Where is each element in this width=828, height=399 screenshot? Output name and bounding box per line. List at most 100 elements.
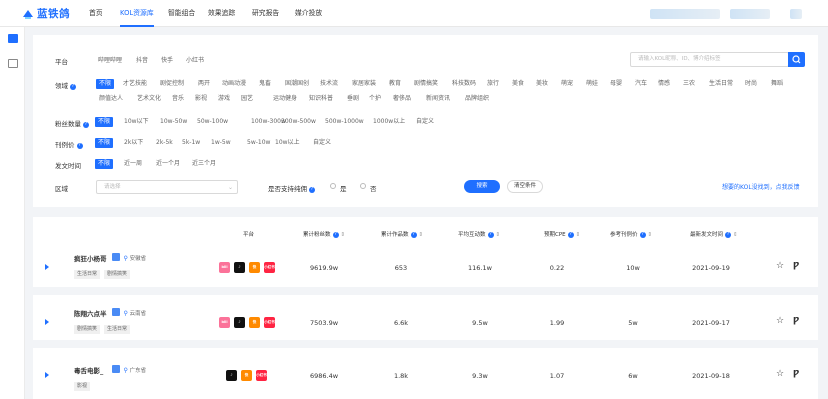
- filter-option[interactable]: 运动健身: [270, 94, 300, 104]
- sort-icon[interactable]: ⇕: [341, 232, 346, 238]
- help-icon[interactable]: ?: [70, 84, 76, 90]
- filter-option[interactable]: 品牌组织: [462, 94, 492, 104]
- filter-option[interactable]: 动画动漫: [219, 79, 249, 89]
- help-icon[interactable]: ?: [487, 232, 494, 238]
- kol-name[interactable]: 陈翔六点半: [74, 308, 107, 318]
- douyin-icon[interactable]: ♪: [234, 317, 245, 328]
- kuaishou-icon[interactable]: 快: [241, 370, 252, 381]
- expand-row-caret[interactable]: [45, 264, 49, 270]
- filter-option[interactable]: 才艺技能: [120, 79, 150, 89]
- avatar[interactable]: [790, 9, 802, 19]
- help-icon[interactable]: ?: [76, 143, 83, 149]
- column-header[interactable]: 预期CPE? ⇕: [544, 230, 580, 238]
- filter-option[interactable]: 颜值达人: [96, 94, 126, 104]
- column-header[interactable]: 参考刊例价? ⇕: [610, 230, 652, 238]
- favorite-star-icon[interactable]: ☆: [776, 261, 784, 271]
- filter-option[interactable]: 萌娃: [583, 79, 601, 89]
- filter-option[interactable]: 鬼畜: [256, 79, 274, 89]
- search-button[interactable]: 搜索: [464, 180, 500, 193]
- nav-item[interactable]: 研究报告: [252, 0, 279, 27]
- xiaohongshu-icon[interactable]: 小红书: [264, 317, 275, 328]
- folder-icon[interactable]: [8, 59, 18, 68]
- logo[interactable]: 蓝铁鸽: [22, 6, 70, 21]
- filter-option[interactable]: 奢侈品: [390, 94, 414, 104]
- filter-option[interactable]: 情感: [655, 79, 673, 89]
- filter-option[interactable]: 生活日常: [706, 79, 736, 89]
- filter-option[interactable]: 剧情搞笑: [411, 79, 441, 89]
- filter-option[interactable]: 技术流: [317, 79, 341, 89]
- kuaishou-icon[interactable]: 快: [249, 262, 260, 273]
- column-header[interactable]: 累计粉丝数? ⇕: [303, 230, 345, 238]
- bilibili-icon[interactable]: bili: [219, 317, 230, 328]
- sort-icon[interactable]: ⇕: [576, 232, 581, 238]
- filter-option[interactable]: 知识科普: [306, 94, 336, 104]
- filter-option[interactable]: 不限: [96, 79, 115, 89]
- nav-item[interactable]: 首页: [89, 0, 103, 27]
- filter-option[interactable]: 垂剧: [344, 94, 362, 104]
- compare-icon[interactable]: Ƿ: [793, 316, 799, 325]
- filter-option[interactable]: 10w以下: [121, 117, 152, 127]
- filter-option[interactable]: 5w-10w: [244, 138, 273, 148]
- expand-row-caret[interactable]: [45, 372, 49, 378]
- filter-option[interactable]: 不限: [95, 138, 114, 148]
- xiaohongshu-icon[interactable]: 小红书: [256, 370, 267, 381]
- xiaohongshu-icon[interactable]: 小红书: [264, 262, 275, 273]
- filter-option[interactable]: 旅行: [484, 79, 502, 89]
- filter-option[interactable]: 小红书: [183, 56, 207, 66]
- filter-option[interactable]: 自定义: [413, 117, 437, 127]
- radio-no[interactable]: [360, 183, 366, 189]
- filter-option[interactable]: 哔哩哔哩: [95, 56, 125, 66]
- help-icon[interactable]: ?: [83, 122, 89, 128]
- filter-option[interactable]: 母婴: [607, 79, 625, 89]
- scrollbar[interactable]: [820, 27, 828, 399]
- filter-option[interactable]: 抖音: [133, 56, 151, 66]
- filter-option[interactable]: 不限: [95, 159, 114, 169]
- filter-option[interactable]: 汽车: [632, 79, 650, 89]
- filter-option[interactable]: 艺术文化: [134, 94, 164, 104]
- filter-option[interactable]: 近一周: [121, 159, 145, 169]
- filter-option[interactable]: 2k以下: [121, 138, 146, 148]
- filter-option[interactable]: 三农: [680, 79, 698, 89]
- search-input[interactable]: 请输入KOL昵称、ID、博介绍标签: [630, 52, 789, 67]
- help-icon[interactable]: ?: [332, 232, 339, 238]
- kol-name[interactable]: 疯狂小杨哥: [74, 253, 107, 263]
- expand-row-caret[interactable]: [45, 319, 49, 325]
- filter-option[interactable]: 家居家装: [349, 79, 379, 89]
- filter-option[interactable]: 萌宠: [558, 79, 576, 89]
- filter-option[interactable]: 科技数码: [449, 79, 479, 89]
- clear-button[interactable]: 清空条件: [507, 180, 543, 193]
- bilibili-icon[interactable]: bili: [219, 262, 230, 273]
- filter-option[interactable]: 300w-500w: [278, 117, 319, 127]
- filter-option[interactable]: 个护: [366, 94, 384, 104]
- filter-option[interactable]: 2k-5k: [153, 138, 176, 148]
- help-icon[interactable]: ?: [725, 232, 732, 238]
- filter-option[interactable]: 不限: [95, 117, 114, 127]
- feedback-link[interactable]: 想要的KOL没找到，点我反馈: [722, 182, 800, 191]
- filter-option[interactable]: 美食: [509, 79, 527, 89]
- filter-option[interactable]: 10w-50w: [157, 117, 190, 127]
- filter-option[interactable]: 新闻资讯: [423, 94, 453, 104]
- filter-option[interactable]: 影视: [192, 94, 210, 104]
- filter-option[interactable]: 1000w以上: [370, 117, 408, 127]
- filter-option[interactable]: 剧促控制: [157, 79, 187, 89]
- column-header[interactable]: 平均互动数? ⇕: [458, 230, 500, 238]
- filter-option[interactable]: 快手: [158, 56, 176, 66]
- compare-icon[interactable]: Ƿ: [793, 369, 799, 378]
- region-select[interactable]: 请选择: [96, 180, 238, 194]
- filter-option[interactable]: 音乐: [169, 94, 187, 104]
- filter-option[interactable]: 游戏: [215, 94, 233, 104]
- column-header[interactable]: 累计作品数? ⇕: [381, 230, 423, 238]
- filter-option[interactable]: 自定义: [310, 138, 334, 148]
- help-icon[interactable]: ?: [309, 187, 315, 193]
- nav-item[interactable]: 智能组合: [168, 0, 195, 27]
- favorite-star-icon[interactable]: ☆: [776, 316, 784, 326]
- kol-library-icon[interactable]: [8, 34, 18, 43]
- filter-option[interactable]: 10w以上: [272, 138, 303, 148]
- nav-item[interactable]: 效果追踪: [208, 0, 235, 27]
- filter-option[interactable]: 教育: [386, 79, 404, 89]
- sort-icon[interactable]: ⇕: [496, 232, 501, 238]
- filter-option[interactable]: 1w-5w: [208, 138, 234, 148]
- filter-option[interactable]: 美妆: [533, 79, 551, 89]
- kol-name[interactable]: 毒舌电影_: [74, 365, 103, 375]
- filter-option[interactable]: 两开: [195, 79, 213, 89]
